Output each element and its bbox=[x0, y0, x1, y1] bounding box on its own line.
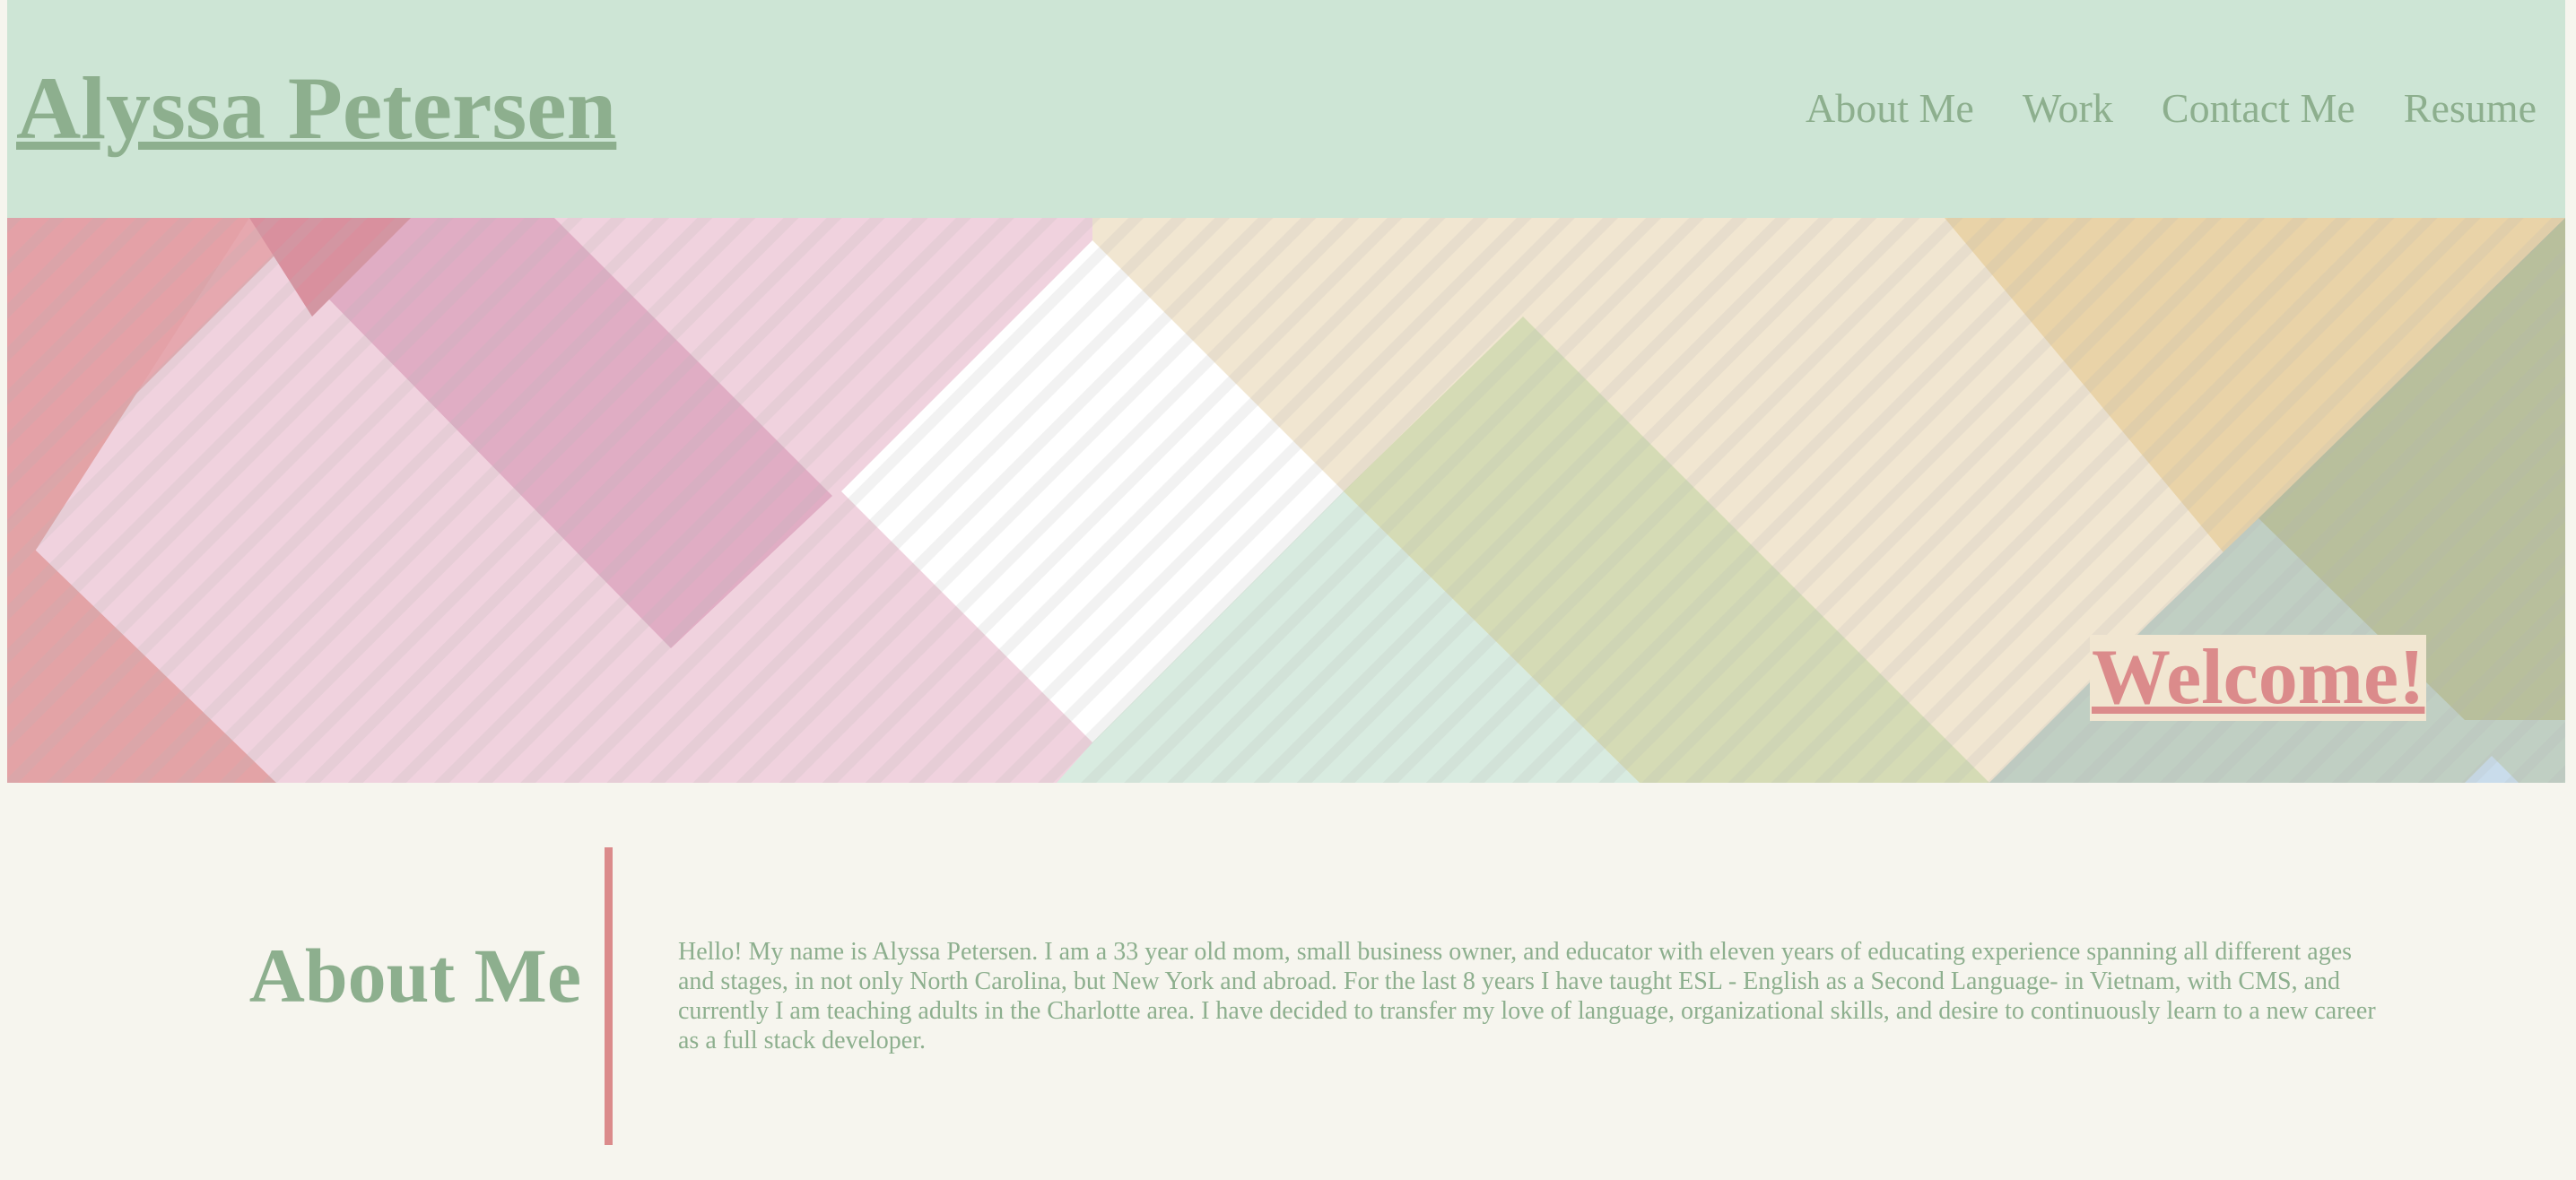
nav-link-contact-me[interactable]: Contact Me bbox=[2162, 82, 2355, 134]
hero-banner: Welcome! bbox=[7, 218, 2565, 783]
about-text: Hello! My name is Alyssa Petersen. I am … bbox=[678, 938, 2376, 1054]
nav-link-about-me[interactable]: About Me bbox=[1806, 82, 1974, 134]
about-heading: About Me bbox=[248, 933, 581, 1019]
nav-link-work[interactable]: Work bbox=[2023, 82, 2113, 134]
nav-link-resume[interactable]: Resume bbox=[2404, 82, 2537, 134]
site-title-link[interactable]: Alyssa Petersen bbox=[16, 50, 616, 167]
site-header: Alyssa Petersen About Me Work Contact Me… bbox=[7, 0, 2565, 218]
about-divider bbox=[605, 847, 613, 1145]
main-nav: About Me Work Contact Me Resume bbox=[1806, 82, 2537, 134]
about-section: About Me Hello! My name is Alyssa Peters… bbox=[7, 783, 2565, 1180]
welcome-heading: Welcome! bbox=[2090, 634, 2427, 721]
page: Alyssa Petersen About Me Work Contact Me… bbox=[7, 0, 2565, 1180]
